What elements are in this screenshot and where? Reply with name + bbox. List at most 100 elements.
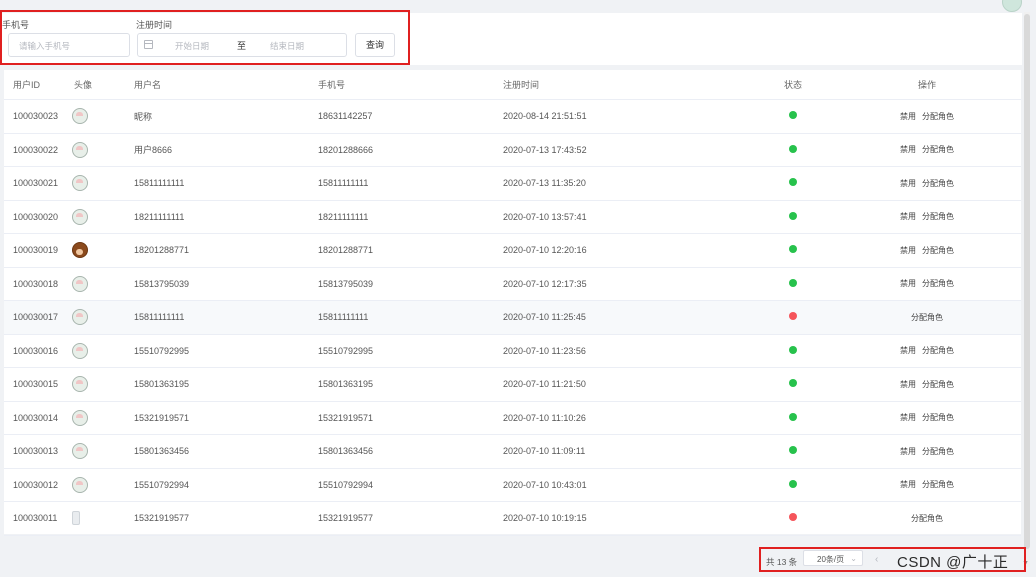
avatar-image <box>72 476 88 493</box>
disable-button[interactable]: 禁用 <box>900 480 916 489</box>
cell-user-id: 100030017 <box>4 300 72 335</box>
assign-role-button[interactable]: 分配角色 <box>911 313 943 322</box>
start-date-placeholder[interactable]: 开始日期 <box>175 40 209 52</box>
assign-role-button[interactable]: 分配角色 <box>922 447 954 456</box>
chevron-left-icon[interactable]: ‹ <box>875 554 878 565</box>
cell-user-id: 100030019 <box>4 233 72 268</box>
table-row: 100030017 15811111111 15811111111 2020-07-1… <box>4 300 1021 335</box>
cell-regtime: 2020-07-10 13:57:41 <box>503 200 753 234</box>
cell-username: 昵称 <box>134 99 318 134</box>
cell-actions: 分配角色 <box>833 501 1021 536</box>
cell-regtime: 2020-07-10 11:21:50 <box>503 367 753 402</box>
cell-status <box>753 133 833 167</box>
cell-avatar <box>72 133 134 167</box>
disable-button[interactable]: 禁用 <box>900 112 916 121</box>
assign-role-button[interactable]: 分配角色 <box>922 346 954 355</box>
table-row: 100030018 15813795039 15813795039 2020-07-1… <box>4 267 1021 301</box>
cell-phone: 15813795039 <box>318 267 503 301</box>
cell-regtime: 2020-07-10 11:09:11 <box>503 434 753 469</box>
table-row: 100030015 15801363195 15801363195 2020-07-1… <box>4 367 1021 402</box>
table-row: 100030012 15510792994 15510792994 2020-07-1… <box>4 468 1021 502</box>
disable-button[interactable]: 禁用 <box>900 413 916 422</box>
watermark: CSDN @广十正 <box>897 554 1009 571</box>
col-header-phone: 手机号 <box>318 70 503 100</box>
cell-regtime: 2020-07-10 12:20:16 <box>503 233 753 268</box>
disable-button[interactable]: 禁用 <box>900 346 916 355</box>
assign-role-button[interactable]: 分配角色 <box>922 279 954 288</box>
cell-username: 15801363456 <box>134 434 318 469</box>
cell-status <box>753 99 833 134</box>
phone-label: 手机号 <box>2 20 30 30</box>
cell-status <box>753 334 833 368</box>
disable-button[interactable]: 禁用 <box>900 246 916 255</box>
assign-role-button[interactable]: 分配角色 <box>922 413 954 422</box>
table-row: 100030013 15801363456 15801363456 2020-07-1… <box>4 434 1021 469</box>
cell-actions: 禁用 分配角色 <box>833 367 1021 402</box>
assign-role-button[interactable]: 分配角色 <box>922 246 954 255</box>
status-dot <box>789 412 797 421</box>
query-button[interactable]: 查询 <box>355 33 395 57</box>
cell-phone: 15510792994 <box>318 468 503 502</box>
cell-status <box>753 200 833 234</box>
col-header-status: 状态 <box>753 70 833 100</box>
top-strip <box>0 0 1036 12</box>
cell-username: 15321919577 <box>134 501 318 536</box>
calendar-icon <box>144 40 153 49</box>
chevron-down-icon: ⌄ <box>850 554 857 563</box>
cell-status <box>753 300 833 335</box>
assign-role-button[interactable]: 分配角色 <box>922 480 954 489</box>
assign-role-button[interactable]: 分配角色 <box>922 212 954 221</box>
cell-phone: 15510792995 <box>318 334 503 368</box>
page-size-value: 20条/页 <box>817 555 845 564</box>
cell-user-id: 100030018 <box>4 267 72 301</box>
cell-regtime: 2020-07-10 10:19:15 <box>503 501 753 536</box>
cell-actions: 禁用 分配角色 <box>833 267 1021 301</box>
disable-button[interactable]: 禁用 <box>900 145 916 154</box>
cell-status <box>753 501 833 536</box>
phone-input[interactable]: 请输入手机号 <box>8 33 130 57</box>
assign-role-button[interactable]: 分配角色 <box>911 514 943 523</box>
avatar-image <box>72 141 88 158</box>
cell-user-id: 100030022 <box>4 133 72 167</box>
page-size-select[interactable]: 20条/页 ⌄ <box>803 550 863 566</box>
cell-phone: 18201288666 <box>318 133 503 167</box>
cell-regtime: 2020-08-14 21:51:51 <box>503 99 753 134</box>
cell-regtime: 2020-07-10 11:10:26 <box>503 401 753 435</box>
range-separator: 至 <box>237 41 247 51</box>
cell-status <box>753 166 833 201</box>
table-row: 100030019 18201288771 18201288771 2020-07-1… <box>4 233 1021 268</box>
phone-placeholder: 请输入手机号 <box>19 41 71 51</box>
scrollbar-thumb[interactable] <box>1024 14 1030 549</box>
user-table: 用户ID 头像 用户名 手机号 注册时间 状态 操作 100030023 昵称 18… <box>4 70 1021 536</box>
cell-actions: 禁用 分配角色 <box>833 434 1021 469</box>
disable-button[interactable]: 禁用 <box>900 212 916 221</box>
avatar-image <box>72 175 88 192</box>
disable-button[interactable]: 禁用 <box>900 279 916 288</box>
status-dot <box>789 178 797 187</box>
cell-username: 15510792995 <box>134 334 318 368</box>
assign-role-button[interactable]: 分配角色 <box>922 179 954 188</box>
date-range-picker[interactable]: 开始日期 至 结束日期 <box>137 33 347 57</box>
status-dot <box>789 479 797 488</box>
cell-username: 15510792994 <box>134 468 318 502</box>
cell-phone: 18631142257 <box>318 99 503 134</box>
status-dot <box>789 245 797 254</box>
cell-regtime: 2020-07-10 11:25:45 <box>503 300 753 335</box>
cell-user-id: 100030016 <box>4 334 72 368</box>
cell-regtime: 2020-07-13 17:43:52 <box>503 133 753 167</box>
disable-button[interactable]: 禁用 <box>900 380 916 389</box>
cell-user-id: 100030014 <box>4 401 72 435</box>
disable-button[interactable]: 禁用 <box>900 179 916 188</box>
cell-phone: 15801363456 <box>318 434 503 469</box>
assign-role-button[interactable]: 分配角色 <box>922 380 954 389</box>
status-dot <box>789 513 797 522</box>
avatar-image <box>72 242 88 259</box>
end-date-placeholder[interactable]: 结束日期 <box>270 40 304 52</box>
assign-role-button[interactable]: 分配角色 <box>922 145 954 154</box>
cell-status <box>753 367 833 402</box>
assign-role-button[interactable]: 分配角色 <box>922 112 954 121</box>
disable-button[interactable]: 禁用 <box>900 447 916 456</box>
avatar-image <box>72 208 88 225</box>
cell-phone: 15321919577 <box>318 501 503 536</box>
table-row: 100030014 15321919571 15321919571 2020-07-1… <box>4 401 1021 435</box>
